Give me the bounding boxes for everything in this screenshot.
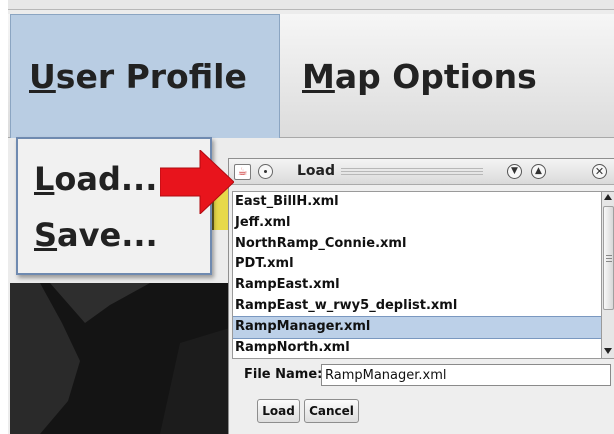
file-list-item[interactable]: PDT.xml: [233, 254, 601, 275]
file-list-item[interactable]: RampManager.xml: [233, 315, 601, 339]
file-list[interactable]: East_BillH.xml Jeff.xml NorthRamp_Connie.x…: [232, 191, 602, 359]
load-dialog: ☕ Load ▼ ▲ ✕ East_BillH.xml Jeff.xml North…: [228, 158, 614, 434]
menu-item-load-mnemonic: L: [34, 160, 55, 198]
scroll-down-arrow-icon[interactable]: [604, 348, 612, 354]
circle-dot-icon[interactable]: [258, 164, 273, 179]
red-arrow-icon: [160, 150, 234, 214]
menu-item-save-mnemonic: S: [34, 216, 58, 254]
file-name-label: File Name:: [244, 367, 323, 382]
menu-bar: User Profile Map Options: [8, 14, 614, 138]
map-taxiway-shape: [10, 283, 80, 434]
load-button[interactable]: Load: [257, 399, 300, 423]
map-shapes: [10, 283, 246, 434]
map-preview: [10, 283, 246, 434]
file-name-input[interactable]: [321, 364, 611, 386]
file-list-item[interactable]: NorthRamp_Connie.xml: [233, 234, 601, 255]
file-list-item[interactable]: Jeff.xml: [233, 213, 601, 234]
file-list-item[interactable]: RampEast.xml: [233, 275, 601, 296]
file-list-item[interactable]: East_BillH.xml: [233, 192, 601, 213]
menu-user-profile-mnemonic: U: [29, 57, 56, 96]
map-apron-shape: [50, 283, 150, 323]
menu-item-save-label: ave...: [57, 216, 158, 254]
menu-item-save[interactable]: Save...: [18, 207, 210, 263]
java-cup-icon[interactable]: ☕: [234, 164, 251, 180]
top-strip: [8, 0, 614, 10]
menu-map-options-mnemonic: M: [302, 56, 335, 96]
file-list-item[interactable]: RampEast_w_rwy5_deplist.xml: [233, 296, 601, 317]
file-list-scrollbar[interactable]: [602, 191, 614, 359]
title-grip: [341, 168, 483, 177]
scroll-thumb[interactable]: [603, 206, 614, 310]
chevron-down-icon[interactable]: ▼: [507, 164, 522, 179]
menu-map-options[interactable]: Map Options: [284, 14, 604, 138]
menu-user-profile[interactable]: User Profile: [10, 14, 280, 138]
cancel-button[interactable]: Cancel: [304, 399, 359, 423]
menu-item-load-label: oad...: [54, 160, 158, 198]
dialog-title-bar[interactable]: ☕ Load ▼ ▲ ✕: [229, 159, 614, 185]
dialog-title: Load: [297, 163, 336, 179]
menu-user-profile-label: ser Profile: [55, 57, 247, 96]
close-icon[interactable]: ✕: [592, 164, 607, 179]
menu-map-options-label: ap Options: [334, 56, 537, 96]
file-list-item[interactable]: RampNorth.xml: [233, 338, 601, 358]
chevron-up-icon[interactable]: ▲: [531, 164, 546, 179]
scroll-up-arrow-icon[interactable]: [604, 194, 612, 200]
